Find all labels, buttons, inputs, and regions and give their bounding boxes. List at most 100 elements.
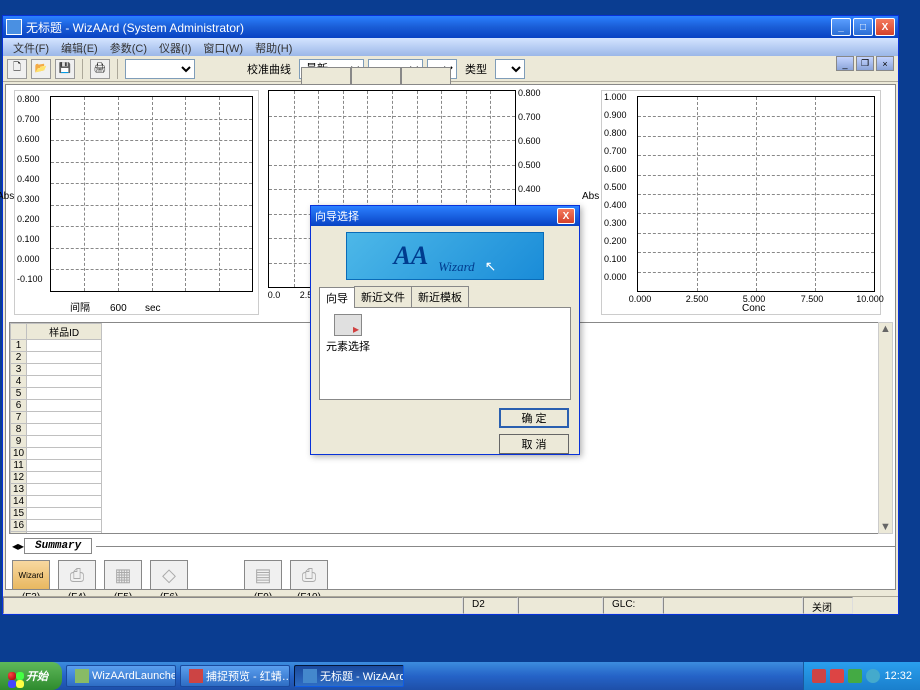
column-sample-id[interactable]: 样品ID (27, 324, 102, 340)
table-row[interactable]: 5 (11, 388, 102, 400)
calibration-curve-label: 校准曲线 (243, 61, 295, 77)
chart-tab-3[interactable] (401, 67, 451, 85)
table-row[interactable]: 8 (11, 424, 102, 436)
maximize-button[interactable]: □ (853, 18, 873, 36)
menu-instrument[interactable]: 仪器(I) (153, 38, 197, 56)
chart-grid (637, 96, 875, 292)
menu-params[interactable]: 参数(C) (104, 38, 153, 56)
taskbar: 开始 WizAArdLauncher 捕捉预览 - 红蜻… 无标题 - WizA… (0, 662, 920, 690)
x-interval-label: 间隔 (70, 299, 90, 314)
mdi-minimize-button[interactable]: _ (836, 56, 854, 71)
table-row[interactable]: 7 (11, 412, 102, 424)
table-row[interactable]: 2 (11, 352, 102, 364)
menu-edit[interactable]: 编辑(E) (55, 38, 104, 56)
window-title: 无标题 - WizAArd (System Administrator) (26, 19, 831, 36)
statusbar: D2 GLC: 关闭 (3, 596, 898, 614)
dialog-titlebar: 向导选择 X (311, 206, 579, 226)
f5-button[interactable]: ▦ (104, 560, 142, 590)
element-dropdown[interactable] (125, 59, 195, 79)
table-row[interactable]: 17 (11, 532, 102, 535)
table-row[interactable]: 13 (11, 484, 102, 496)
print-button[interactable]: 🖨 (90, 59, 110, 79)
table-row[interactable]: 10 (11, 448, 102, 460)
table-row[interactable]: 14 (11, 496, 102, 508)
ok-button[interactable]: 确 定 (499, 408, 569, 428)
chart-calibration: Abs 1.000 0.900 0.800 0.700 0.600 0.500 … (601, 90, 881, 315)
summary-tab-row: ◂▸ Summary (12, 538, 896, 554)
element-select-item[interactable]: 元素选择 (324, 312, 372, 356)
table-row[interactable]: 3 (11, 364, 102, 376)
f10-button[interactable]: ⎙ (290, 560, 328, 590)
cursor-icon: ↖ (485, 258, 497, 275)
app-icon (6, 19, 22, 35)
f6-button[interactable]: ◇ (150, 560, 188, 590)
start-button[interactable]: 开始 (0, 662, 62, 690)
sample-table[interactable]: 样品ID 123456789101112131415161718 (10, 323, 102, 534)
dialog-tabstrip: 向导 新近文件 新近模板 (319, 286, 571, 308)
element-select-icon (334, 314, 362, 336)
tab-summary[interactable]: Summary (24, 538, 92, 554)
tab-wizard[interactable]: 向导 (319, 287, 355, 308)
table-row[interactable]: 15 (11, 508, 102, 520)
minimize-button[interactable]: _ (831, 18, 851, 36)
close-button[interactable]: X (875, 18, 895, 36)
dialog-list: 元素选择 (319, 308, 571, 400)
app-icon (75, 669, 89, 683)
tab-recent-files[interactable]: 新近文件 (354, 286, 412, 307)
chart-grid (50, 96, 253, 292)
clock[interactable]: 12:32 (884, 670, 912, 682)
table-vertical-scrollbar[interactable]: ▲▼ (878, 322, 893, 534)
banner-aa-text: AA (394, 241, 429, 271)
element-select-label: 元素选择 (326, 338, 370, 354)
task-wizaard-untitled[interactable]: 无标题 - WizAArd … (294, 665, 404, 687)
chart-time: Abs 0.800 0.700 0.600 0.500 0.400 0.300 … (14, 90, 259, 315)
dialog-banner: AA Wizard ↖ (346, 232, 544, 280)
menu-file[interactable]: 文件(F) (7, 38, 55, 56)
tray-icon[interactable] (812, 669, 826, 683)
tray-icon[interactable] (830, 669, 844, 683)
y-axis-label: Abs (582, 191, 599, 202)
status-glc: GLC: (603, 597, 663, 614)
mdi-close-button[interactable]: × (876, 56, 894, 71)
banner-wizard-text: Wizard (438, 259, 474, 275)
chart-tab-1[interactable] (301, 67, 351, 85)
menu-help[interactable]: 帮助(H) (249, 38, 298, 56)
table-row[interactable]: 16 (11, 520, 102, 532)
x-unit-label: sec (145, 303, 161, 314)
open-button[interactable]: 📂 (31, 59, 51, 79)
system-tray: 12:32 (803, 662, 920, 690)
save-button[interactable]: 💾 (55, 59, 75, 79)
table-row[interactable]: 9 (11, 436, 102, 448)
task-wizaardlauncher[interactable]: WizAArdLauncher (66, 665, 176, 687)
task-capture-preview[interactable]: 捕捉预览 - 红蜻… (180, 665, 290, 687)
titlebar: 无标题 - WizAArd (System Administrator) _ □… (3, 16, 898, 38)
table-row[interactable]: 6 (11, 400, 102, 412)
mdi-restore-button[interactable]: ❐ (856, 56, 874, 71)
table-row[interactable]: 12 (11, 472, 102, 484)
tray-icon[interactable] (848, 669, 862, 683)
menu-window[interactable]: 窗口(W) (197, 38, 249, 56)
table-row[interactable]: 4 (11, 376, 102, 388)
dialog-title: 向导选择 (315, 208, 557, 224)
dialog-close-button[interactable]: X (557, 208, 575, 224)
status-close: 关闭 (803, 597, 853, 614)
type-label: 类型 (461, 61, 491, 77)
menubar: 文件(F) 编辑(E) 参数(C) 仪器(I) 窗口(W) 帮助(H) (3, 38, 898, 56)
windows-logo-icon (8, 672, 16, 680)
y-axis-label: Abs (0, 191, 14, 202)
table-row[interactable]: 1 (11, 340, 102, 352)
f4-button[interactable]: ⎙ (58, 560, 96, 590)
table-row[interactable]: 11 (11, 460, 102, 472)
wizard-select-dialog: 向导选择 X AA Wizard ↖ 向导 新近文件 新近模板 元素选择 确 定… (310, 205, 580, 455)
cancel-button[interactable]: 取 消 (499, 434, 569, 454)
tray-icon[interactable] (866, 669, 880, 683)
wizard-button[interactable]: Wizard (12, 560, 50, 590)
chart-tab-2[interactable] (351, 67, 401, 85)
app-icon (303, 669, 317, 683)
x-axis-label: Conc (742, 303, 850, 314)
status-d2: D2 (463, 597, 518, 614)
new-button[interactable]: 🗋 (7, 59, 27, 79)
type-dropdown[interactable] (495, 59, 525, 79)
f9-button[interactable]: ▤ (244, 560, 282, 590)
tab-recent-templates[interactable]: 新近模板 (411, 286, 469, 307)
